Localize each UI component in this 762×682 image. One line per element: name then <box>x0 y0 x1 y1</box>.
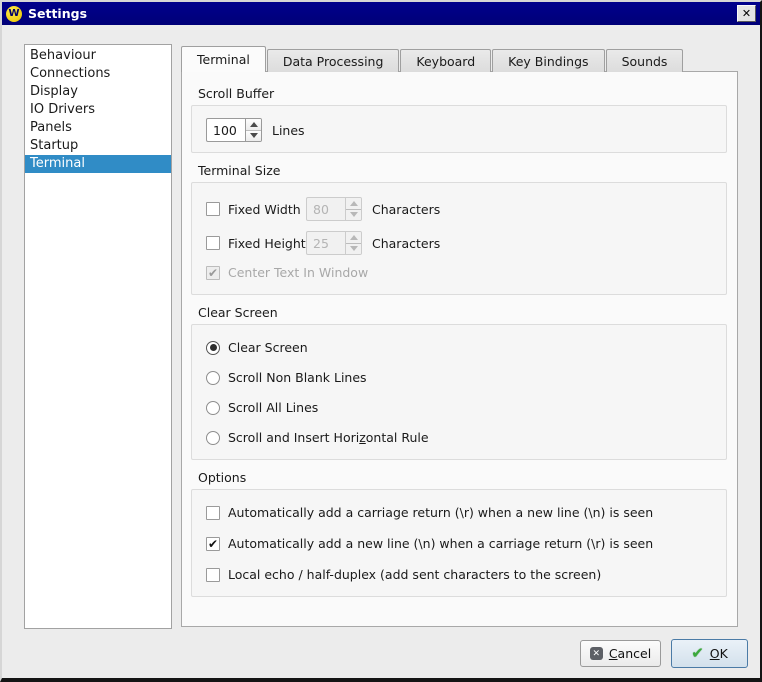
spin-up-button <box>346 232 361 244</box>
ok-check-icon: ✔ <box>691 644 704 662</box>
scroll-non-blank-label: Scroll Non Blank Lines <box>228 370 367 385</box>
options-group: Options Automatically add a carriage ret… <box>191 470 727 597</box>
spin-up-button <box>346 198 361 210</box>
ok-button[interactable]: ✔ OK <box>671 639 748 668</box>
fixed-height-checkbox[interactable] <box>206 236 220 250</box>
fixed-width-row: Fixed Width 80 Characters <box>206 197 712 221</box>
auto-carriage-return-label: Automatically add a carriage return (\r)… <box>228 505 654 520</box>
sidebar-item-startup[interactable]: Startup <box>25 137 171 155</box>
fixed-width-value: 80 <box>313 201 329 217</box>
up-arrow-icon <box>349 200 358 206</box>
cancel-button-label: Cancel <box>608 646 652 661</box>
scroll-buffer-unit-label: Lines <box>272 122 305 138</box>
down-arrow-icon <box>249 133 258 139</box>
fixed-width-checkbox[interactable] <box>206 202 220 216</box>
fixed-width-label: Fixed Width <box>228 201 301 217</box>
radio-dot-icon <box>209 344 217 351</box>
clear-screen-option-row: Clear Screen <box>206 340 712 355</box>
up-arrow-icon <box>249 121 258 127</box>
terminal-tab-panel: Scroll Buffer 100 Lines Terminal Size Fi… <box>181 71 738 627</box>
center-text-row: ✔ Center Text In Window <box>206 265 712 280</box>
down-arrow-icon <box>349 212 358 218</box>
scroll-buffer-title: Scroll Buffer <box>198 86 275 101</box>
tab-keyboard[interactable]: Keyboard <box>400 49 492 72</box>
scroll-buffer-spinbox[interactable]: 100 <box>206 118 262 142</box>
spin-down-button <box>346 243 361 254</box>
scroll-non-blank-radio[interactable] <box>206 370 220 385</box>
fixed-width-spinbox: 80 <box>306 197 362 221</box>
sidebar-item-connections[interactable]: Connections <box>25 65 171 83</box>
tab-data-processing[interactable]: Data Processing <box>266 49 400 72</box>
sidebar-item-io-drivers[interactable]: IO Drivers <box>25 101 171 119</box>
down-arrow-icon <box>349 246 358 252</box>
cancel-icon: ✕ <box>589 647 603 660</box>
local-echo-checkbox[interactable] <box>206 567 220 582</box>
settings-window: W Settings ✕ Behaviour Connections Displ… <box>0 0 762 682</box>
fixed-height-value: 25 <box>313 235 329 251</box>
center-text-label: Center Text In Window <box>228 265 369 280</box>
scroll-buffer-value: 100 <box>213 122 237 138</box>
scroll-all-lines-label: Scroll All Lines <box>228 400 319 415</box>
cancel-button[interactable]: ✕ Cancel <box>580 640 661 667</box>
check-icon: ✔ <box>207 265 219 280</box>
scroll-insert-rule-row: Scroll and Insert Horizontal Rule <box>206 430 712 445</box>
scroll-buffer-group: Scroll Buffer 100 Lines <box>191 86 727 153</box>
fixed-width-unit-label: Characters <box>372 201 441 217</box>
up-arrow-icon <box>349 234 358 240</box>
fixed-height-label: Fixed Height <box>228 235 306 251</box>
fixed-height-unit-label: Characters <box>372 235 441 251</box>
spin-up-button[interactable] <box>246 119 261 131</box>
auto-carriage-return-checkbox[interactable] <box>206 505 220 520</box>
sidebar-item-display[interactable]: Display <box>25 83 171 101</box>
scroll-insert-rule-radio[interactable] <box>206 430 220 445</box>
sidebar-item-panels[interactable]: Panels <box>25 119 171 137</box>
center-text-checkbox: ✔ <box>206 265 220 280</box>
tab-bar: Terminal Data Processing Keyboard Key Bi… <box>181 46 684 72</box>
terminal-size-group: Terminal Size Fixed Width 80 Characters … <box>191 163 727 295</box>
scroll-non-blank-row: Scroll Non Blank Lines <box>206 370 712 385</box>
clear-screen-option-label: Clear Screen <box>228 340 308 355</box>
scroll-all-lines-row: Scroll All Lines <box>206 400 712 415</box>
app-icon: W <box>6 5 22 22</box>
spin-down-button[interactable] <box>246 130 261 141</box>
fixed-height-row: Fixed Height 25 Characters <box>206 231 712 255</box>
sidebar-item-terminal[interactable]: Terminal <box>25 155 171 173</box>
tab-key-bindings[interactable]: Key Bindings <box>492 49 605 72</box>
auto-new-line-checkbox[interactable]: ✔ <box>206 536 220 551</box>
check-icon: ✔ <box>207 536 219 551</box>
ok-button-label: OK <box>709 646 728 661</box>
auto-cr-row: Automatically add a carriage return (\r)… <box>206 505 712 520</box>
titlebar[interactable]: W Settings ✕ <box>2 2 760 25</box>
tab-sounds[interactable]: Sounds <box>605 49 684 72</box>
scroll-insert-rule-label: Scroll and Insert Horizontal Rule <box>228 430 429 445</box>
auto-new-line-label: Automatically add a new line (\n) when a… <box>228 536 654 551</box>
local-echo-row: Local echo / half-duplex (add sent chara… <box>206 567 712 582</box>
options-title: Options <box>198 470 247 485</box>
auto-nl-row: ✔ Automatically add a new line (\n) when… <box>206 536 712 551</box>
window-title: Settings <box>28 6 88 21</box>
terminal-size-title: Terminal Size <box>198 163 281 178</box>
clear-screen-group: Clear Screen Clear Screen Scroll Non Bla… <box>191 305 727 460</box>
local-echo-label: Local echo / half-duplex (add sent chara… <box>228 567 602 582</box>
clear-screen-radio[interactable] <box>206 340 220 355</box>
close-icon: ✕ <box>741 7 752 20</box>
sidebar-item-behaviour[interactable]: Behaviour <box>25 47 171 65</box>
fixed-height-spinbox: 25 <box>306 231 362 255</box>
category-list: Behaviour Connections Display IO Drivers… <box>24 44 172 629</box>
clear-screen-title: Clear Screen <box>198 305 278 320</box>
close-button[interactable]: ✕ <box>737 5 756 22</box>
tab-terminal[interactable]: Terminal <box>181 46 266 72</box>
scroll-all-lines-radio[interactable] <box>206 400 220 415</box>
spin-down-button <box>346 209 361 220</box>
